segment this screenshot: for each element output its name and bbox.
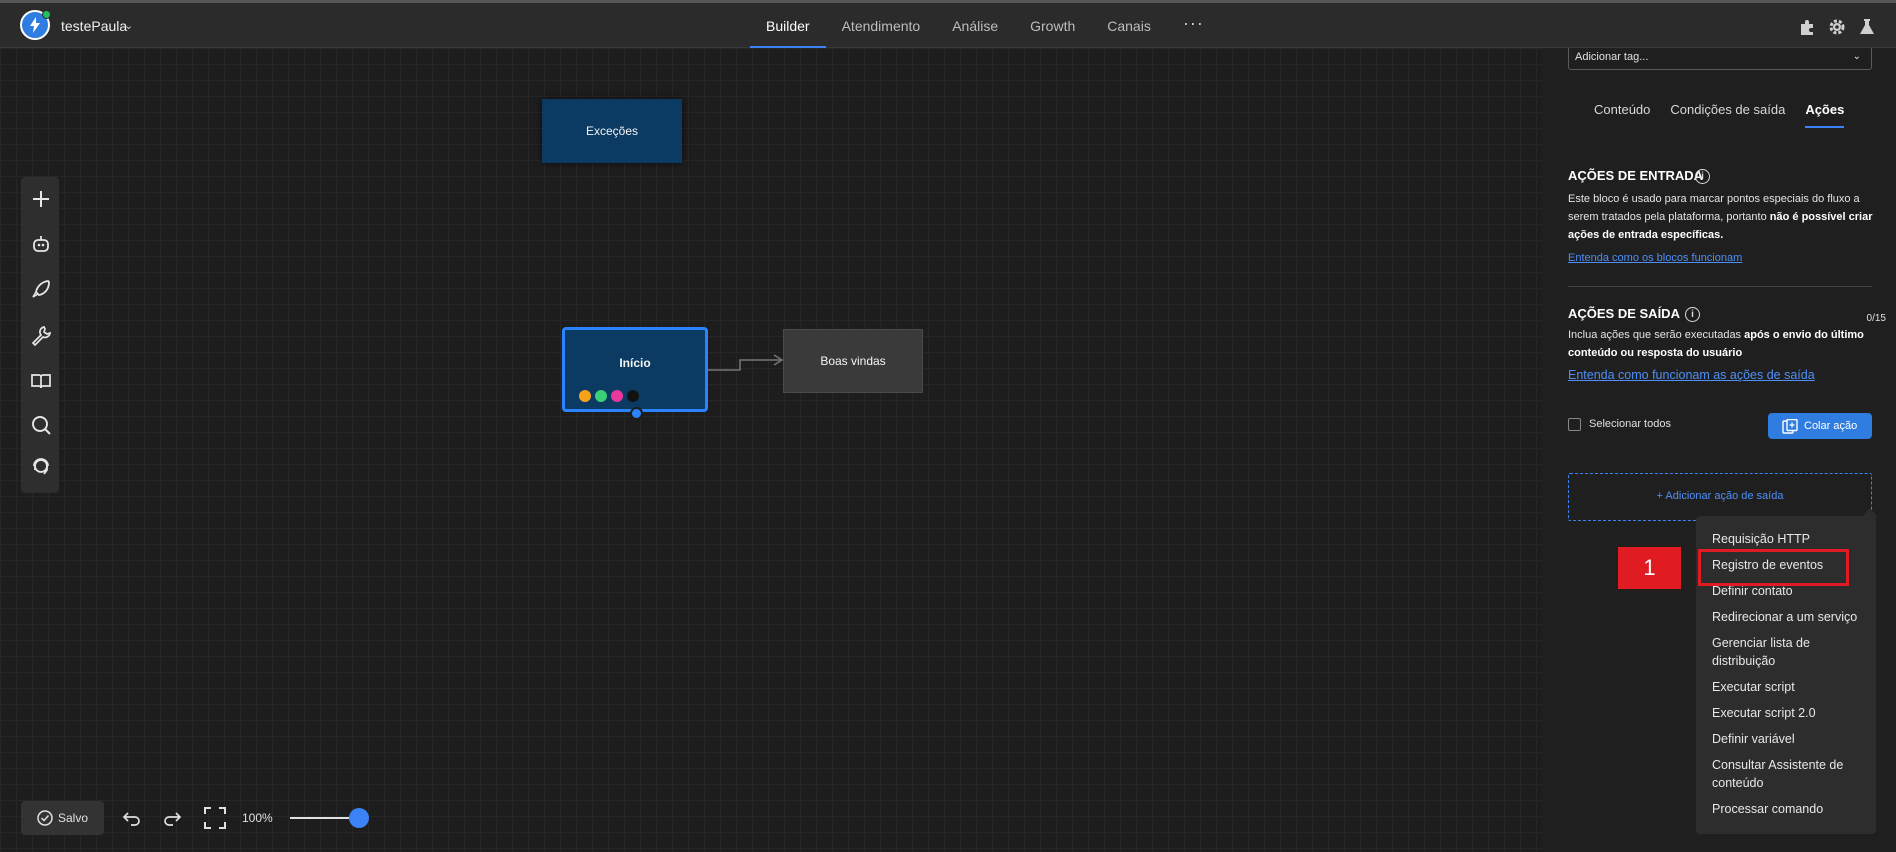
- wrench-icon[interactable]: [30, 324, 52, 346]
- menu-item-definir-variavel[interactable]: Definir variável: [1712, 730, 1870, 748]
- main-nav: Builder Atendimento Análise Growth Canai…: [750, 3, 1220, 49]
- support-agent-icon[interactable]: [30, 456, 52, 478]
- zoom-level: 100%: [242, 811, 273, 825]
- paste-icon: [1782, 419, 1798, 434]
- top-bar: testePaula ⌄ Builder Atendimento Análise…: [0, 0, 1896, 49]
- panel-tabs: Conteúdo Condições de saída Ações: [1594, 100, 1864, 130]
- add-exit-action-button[interactable]: + Adicionar ação de saída: [1568, 473, 1872, 521]
- book-icon[interactable]: [30, 370, 52, 392]
- block-title: Início: [619, 356, 651, 370]
- online-status-dot: [42, 10, 51, 19]
- tag-dot-pink: [611, 390, 623, 402]
- nav-growth[interactable]: Growth: [1014, 3, 1091, 48]
- tag-dot-orange: [579, 390, 591, 402]
- tab-condicoes-saida[interactable]: Condições de saída: [1670, 100, 1785, 130]
- exit-actions-title: AÇÕES DE SAÍDA: [1568, 306, 1680, 321]
- menu-item-consultar-assistente[interactable]: Consultar Assistente de conteúdo: [1712, 756, 1870, 792]
- gear-icon[interactable]: [1828, 18, 1846, 36]
- add-block-icon[interactable]: [30, 188, 52, 210]
- menu-item-redirecionar-servico[interactable]: Redirecionar a um serviço: [1712, 608, 1870, 626]
- section-divider: [1568, 286, 1872, 287]
- redo-icon[interactable]: [162, 808, 182, 828]
- connection-arrow: [708, 354, 784, 371]
- check-circle-icon: [37, 810, 53, 826]
- nav-atendimento[interactable]: Atendimento: [826, 3, 937, 48]
- rocket-icon[interactable]: [30, 278, 52, 300]
- exit-actions-counter: 0/15: [1866, 313, 1886, 324]
- search-icon[interactable]: [30, 414, 52, 436]
- blocks-help-link[interactable]: Entenda como os blocos funcionam: [1568, 252, 1742, 264]
- puzzle-icon[interactable]: [1798, 18, 1816, 36]
- tag-select[interactable]: Adicionar tag... ⌄: [1568, 48, 1872, 70]
- block-boas-vindas[interactable]: Boas vindas: [783, 329, 923, 393]
- tag-dot-green: [595, 390, 607, 402]
- menu-item-requisicao-http[interactable]: Requisição HTTP: [1712, 530, 1870, 548]
- menu-item-processar-comando[interactable]: Processar comando: [1712, 800, 1870, 818]
- saved-label: Salvo: [58, 811, 89, 825]
- chevron-down-icon[interactable]: ⌄: [124, 19, 133, 32]
- canvas-toolbar: [21, 177, 59, 493]
- nav-builder[interactable]: Builder: [750, 3, 826, 49]
- menu-item-executar-script-2[interactable]: Executar script 2.0: [1712, 704, 1870, 722]
- chevron-down-icon: ⌄: [1852, 51, 1861, 62]
- block-title: Exceções: [585, 124, 639, 138]
- block-excecoes[interactable]: Exceções: [542, 99, 682, 163]
- more-options-icon[interactable]: ···: [1167, 3, 1220, 48]
- menu-item-gerenciar-lista[interactable]: Gerenciar lista de distribuição: [1712, 634, 1870, 670]
- tag-select-placeholder: Adicionar tag...: [1575, 51, 1649, 63]
- entry-actions-description: Este bloco é usado para marcar pontos es…: [1568, 193, 1873, 241]
- zoom-slider-thumb[interactable]: [349, 808, 369, 828]
- block-inicio[interactable]: Início: [562, 327, 708, 420]
- tab-conteudo[interactable]: Conteúdo: [1594, 100, 1650, 130]
- tab-acoes[interactable]: Ações: [1805, 100, 1845, 130]
- fit-screen-icon[interactable]: [203, 806, 227, 830]
- highlight-box: [1698, 549, 1849, 586]
- blip-logo-icon[interactable]: [20, 10, 51, 40]
- exit-actions-help-link[interactable]: Entenda como funcionam as ações de saída: [1568, 368, 1815, 382]
- flask-icon[interactable]: [1858, 18, 1876, 36]
- bot-name[interactable]: testePaula: [61, 18, 127, 34]
- undo-icon[interactable]: [122, 808, 142, 828]
- flow-canvas[interactable]: Exceções Início Boas vindas: [0, 48, 1542, 852]
- info-icon[interactable]: i: [1685, 307, 1700, 322]
- step-marker: 1: [1618, 547, 1681, 589]
- connection-handle[interactable]: [630, 407, 643, 420]
- entry-actions-title: AÇÕES DE ENTRADA: [1568, 168, 1704, 183]
- nav-canais[interactable]: Canais: [1091, 3, 1167, 48]
- builder-app: testePaula ⌄ Builder Atendimento Análise…: [0, 0, 1896, 852]
- info-icon[interactable]: i: [1695, 169, 1710, 184]
- nav-analise[interactable]: Análise: [936, 3, 1014, 48]
- select-all-checkbox[interactable]: [1568, 418, 1581, 431]
- saved-button[interactable]: Salvo: [21, 801, 104, 835]
- select-all-label: Selecionar todos: [1589, 418, 1671, 430]
- menu-item-executar-script[interactable]: Executar script: [1712, 678, 1870, 696]
- block-title: Boas vindas: [820, 354, 886, 368]
- paste-action-button[interactable]: Colar ação: [1768, 413, 1872, 439]
- tag-dot-black: [627, 390, 639, 402]
- exit-actions-description: Inclua ações que serão executadas após o…: [1568, 329, 1864, 359]
- paste-action-label: Colar ação: [1804, 420, 1858, 432]
- bot-icon[interactable]: [30, 233, 52, 255]
